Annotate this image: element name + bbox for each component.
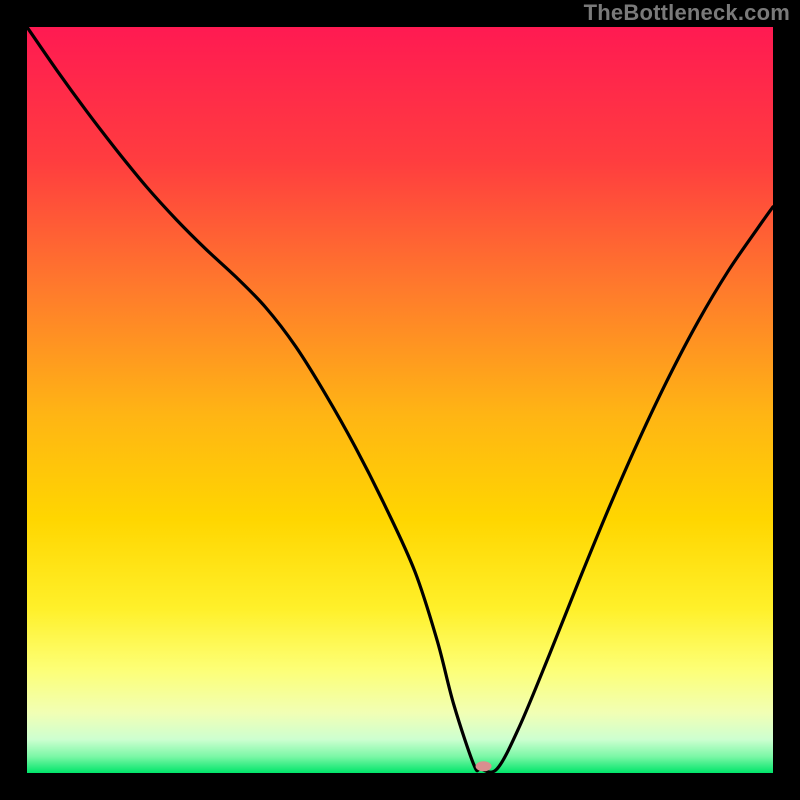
chart-container: TheBottleneck.com bbox=[0, 0, 800, 800]
chart-svg bbox=[27, 27, 773, 773]
gradient-background bbox=[27, 27, 773, 773]
plot-area bbox=[27, 27, 773, 773]
attribution-text: TheBottleneck.com bbox=[584, 0, 790, 26]
marker-dot bbox=[476, 761, 492, 771]
